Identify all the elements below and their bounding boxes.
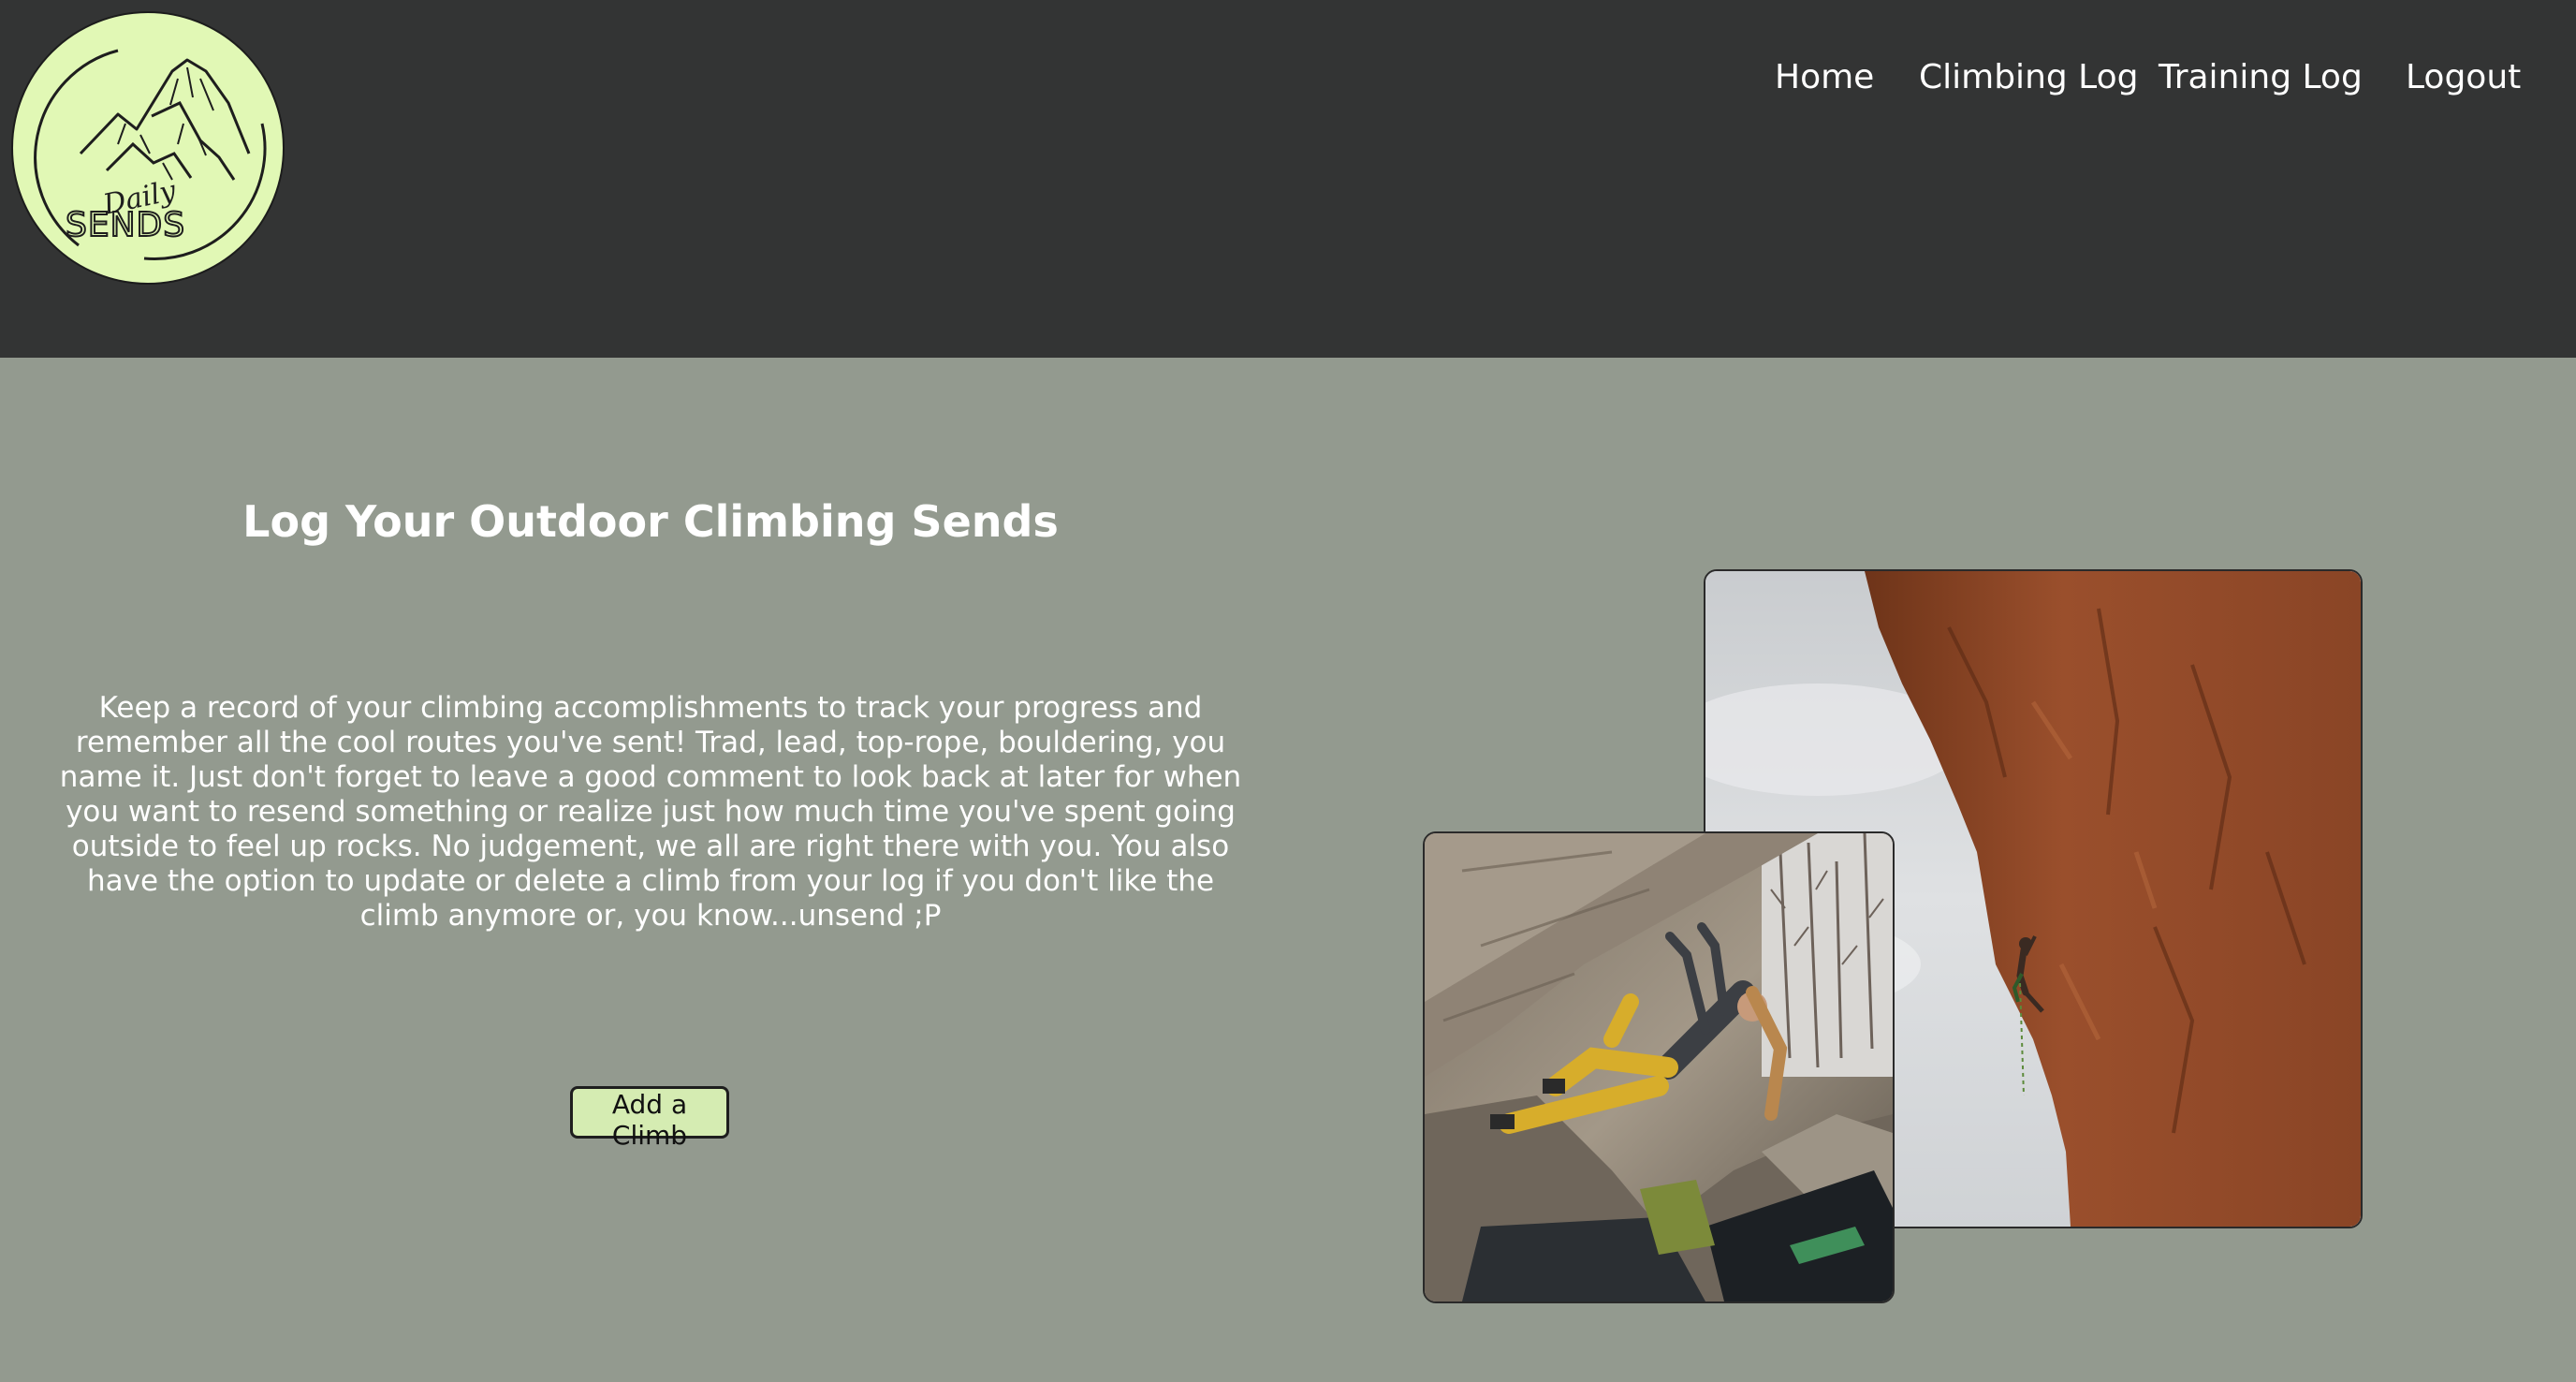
bouldering-photo <box>1423 831 1895 1303</box>
nav-home-link[interactable]: Home <box>1775 58 1874 96</box>
page: Daily SENDS Home Climbing Log Training L… <box>0 0 2576 1382</box>
logo-text-sends: SENDS <box>65 205 186 245</box>
nav-training-log-link[interactable]: Training Log <box>2159 58 2363 96</box>
site-logo[interactable]: Daily SENDS <box>11 11 285 285</box>
page-title: Log Your Outdoor Climbing Sends <box>242 496 1059 547</box>
nav-logout-link[interactable]: Logout <box>2406 58 2521 96</box>
site-header: Daily SENDS Home Climbing Log Training L… <box>0 0 2576 358</box>
page-description: Keep a record of your climbing accomplis… <box>59 691 1242 933</box>
nav-climbing-log-link[interactable]: Climbing Log <box>1919 58 2138 96</box>
add-climb-button[interactable]: Add a Climb <box>570 1086 729 1151</box>
